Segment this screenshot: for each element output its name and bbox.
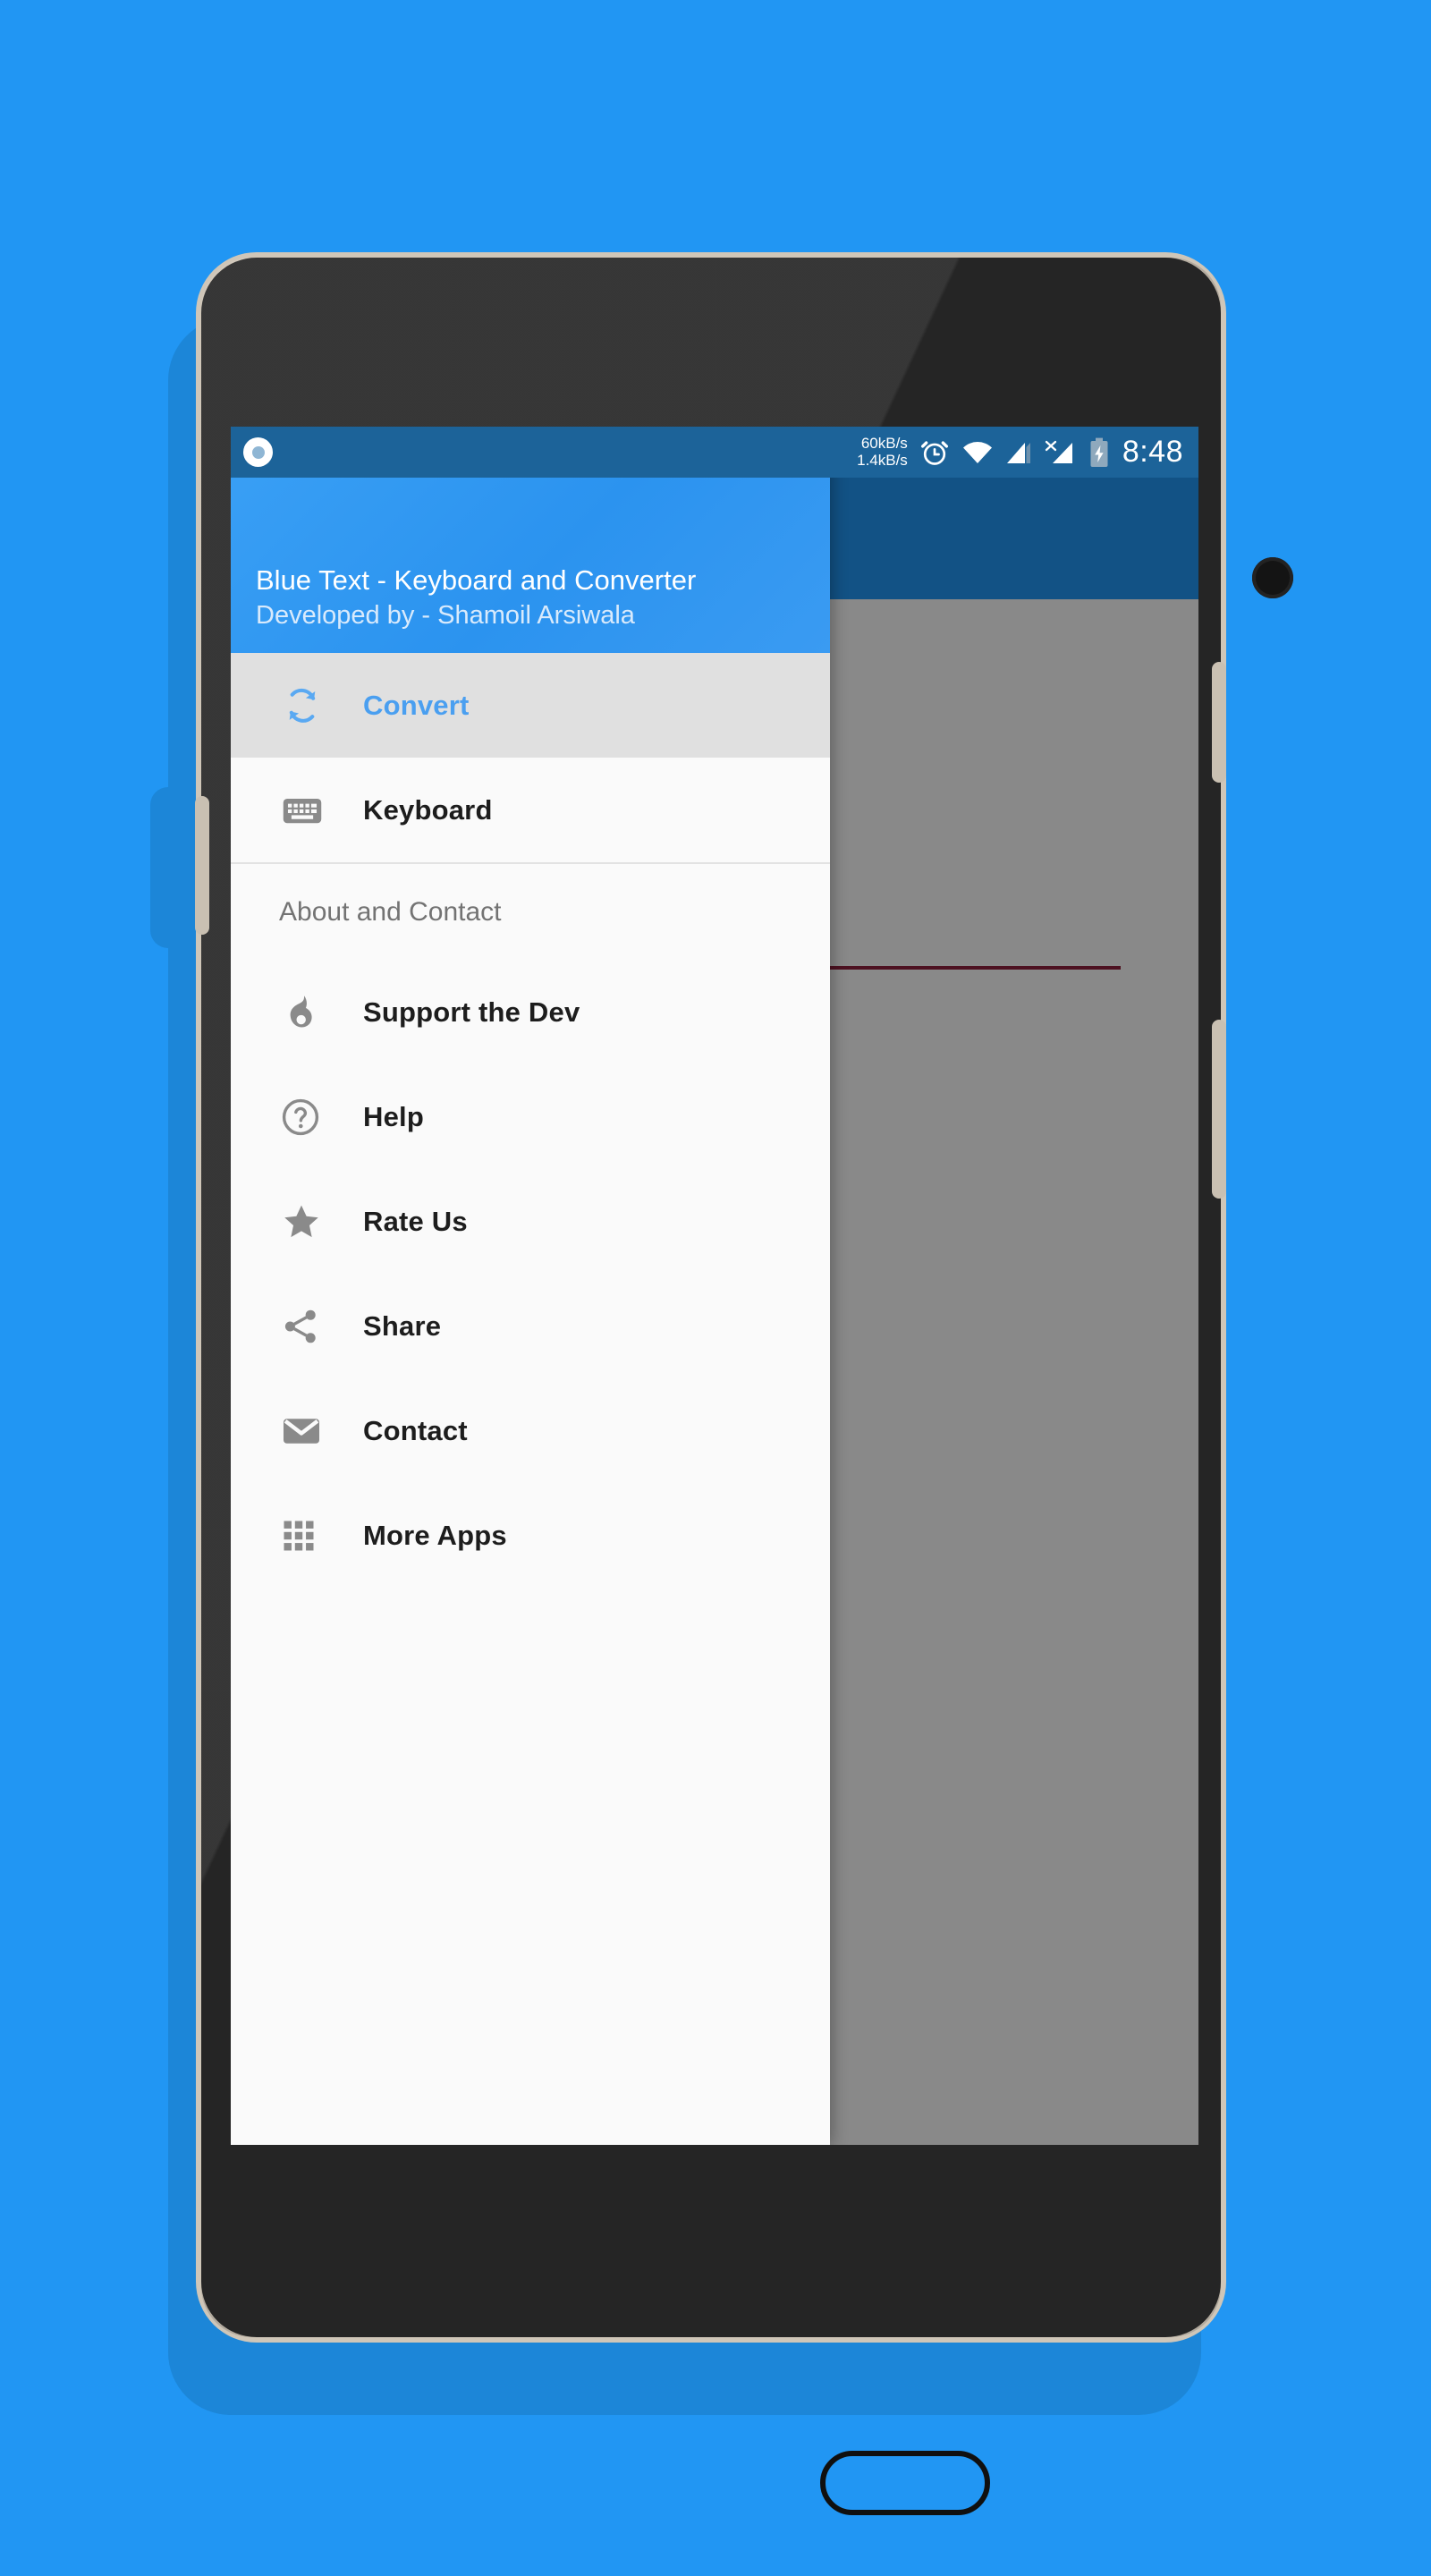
alarm-icon <box>919 437 950 468</box>
network-speed-down: 60kB/s <box>860 435 908 453</box>
drawer-item-label: Convert <box>363 689 470 721</box>
power-button[interactable] <box>195 796 209 935</box>
flame-icon <box>279 992 343 1033</box>
front-camera <box>1252 557 1293 598</box>
signal-sim1-icon <box>1005 440 1032 465</box>
apps-grid-icon <box>279 1516 343 1555</box>
drawer-header-text-group: Blue Text - Keyboard and Converter Devel… <box>256 563 816 633</box>
envelope-icon <box>279 1409 343 1453</box>
drawer-item-contact[interactable]: Contact <box>231 1378 830 1483</box>
drawer-item-rate-us[interactable]: Rate Us <box>231 1169 830 1274</box>
volume-up-button[interactable] <box>1212 662 1226 783</box>
drawer-item-label: More Apps <box>363 1519 507 1551</box>
drawer-item-more-apps[interactable]: More Apps <box>231 1483 830 1588</box>
star-icon <box>279 1199 343 1244</box>
drawer-item-support-the-dev[interactable]: Support the Dev <box>231 960 830 1064</box>
status-bar-left-group <box>231 437 273 467</box>
drawer-item-convert[interactable]: Convert <box>231 653 830 758</box>
share-icon <box>279 1305 343 1348</box>
drawer-item-label: Contact <box>363 1414 468 1446</box>
status-bar-clock: 8:48 <box>1122 435 1183 469</box>
help-circle-icon <box>279 1096 343 1139</box>
record-dot-icon <box>243 437 273 467</box>
drawer-item-label: Support the Dev <box>363 996 580 1028</box>
network-speed-indicator: 60kB/s 1.4kB/s <box>857 435 908 469</box>
drawer-developer-subtitle: Developed by - Shamoil Arsiwala <box>256 601 635 631</box>
network-speed-up: 1.4kB/s <box>857 451 908 469</box>
drawer-item-label: Rate Us <box>363 1205 468 1237</box>
drawer-item-help[interactable]: Help <box>231 1064 830 1169</box>
keyboard-icon <box>279 787 343 834</box>
sync-convert-icon <box>279 682 343 729</box>
navigation-drawer: Blue Text - Keyboard and Converter Devel… <box>231 427 830 2145</box>
drawer-section-header: About and Contact <box>279 896 502 927</box>
phone-screen: XT 60kB/s 1.4kB/s <box>231 427 1198 2145</box>
drawer-item-keyboard[interactable]: Keyboard <box>231 758 830 862</box>
drawer-menu-list: Convert Keyboard About and Contact Suppo… <box>231 653 830 2145</box>
drawer-item-label: Share <box>363 1309 442 1342</box>
home-button[interactable] <box>820 2451 990 2515</box>
signal-sim2-no-service-icon <box>1044 439 1078 466</box>
drawer-app-title: Blue Text - Keyboard and Converter <box>256 564 697 596</box>
status-bar-right-group: 60kB/s 1.4kB/s 8:48 <box>857 435 1198 470</box>
drawer-item-share[interactable]: Share <box>231 1274 830 1378</box>
wifi-icon <box>961 439 994 466</box>
volume-down-button[interactable] <box>1212 1020 1226 1199</box>
drawer-item-label: Help <box>363 1100 424 1132</box>
battery-charging-icon <box>1089 437 1109 468</box>
status-bar: 60kB/s 1.4kB/s 8:48 <box>231 427 1198 478</box>
drawer-item-label: Keyboard <box>363 793 493 826</box>
